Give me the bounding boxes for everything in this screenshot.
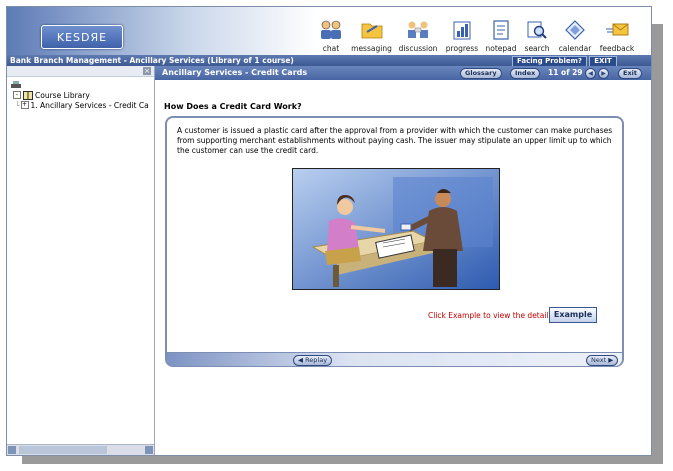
expand-toggle-icon[interactable]: + bbox=[20, 101, 29, 109]
sidebar-header: × bbox=[7, 66, 154, 77]
example-button[interactable]: Example bbox=[549, 307, 597, 323]
notepad-label: notepad bbox=[485, 44, 517, 53]
replay-button[interactable]: ◀ Replay bbox=[293, 355, 333, 366]
feedback-label: feedback bbox=[599, 44, 635, 53]
header: KESDЯE chat messaging discussion progres… bbox=[7, 7, 651, 55]
lesson-navbar: Ancillary Services - Credit Cards Glossa… bbox=[155, 66, 651, 80]
tree-connector: └ bbox=[15, 100, 20, 110]
feedback-icon bbox=[606, 23, 629, 36]
replay-label: Replay bbox=[305, 356, 328, 364]
next-arrow-icon: ▶ bbox=[606, 356, 614, 364]
next-page-button[interactable]: ▶ bbox=[598, 68, 609, 79]
credit-card-illustration bbox=[292, 168, 500, 290]
course-titlebar: Bank Branch Management - Ancillary Servi… bbox=[7, 55, 651, 67]
toolbar: chat messaging discussion progress notep… bbox=[313, 11, 638, 53]
panel-footer: ◀ Replay Next ▶ bbox=[167, 352, 622, 366]
tree-root[interactable]: - Course Library bbox=[11, 81, 149, 100]
chat-button[interactable]: chat bbox=[313, 11, 349, 53]
next-label: Next bbox=[591, 356, 607, 364]
scroll-thumb[interactable] bbox=[19, 446, 107, 454]
course-title: Bank Branch Management - Ancillary Servi… bbox=[10, 56, 294, 65]
tree-item-course[interactable]: └ + 1. Ancillary Services - Credit Ca bbox=[13, 100, 149, 110]
library-shelf-icon bbox=[11, 81, 21, 88]
messaging-icon bbox=[361, 23, 382, 39]
expand-toggle-icon[interactable]: - bbox=[13, 91, 21, 99]
notepad-icon bbox=[493, 20, 509, 40]
calendar-icon bbox=[565, 20, 585, 40]
chat-icon bbox=[321, 20, 341, 39]
sidebar-horizontal-scrollbar[interactable] bbox=[7, 444, 154, 455]
search-button[interactable]: search bbox=[520, 11, 554, 53]
index-button[interactable]: Index bbox=[510, 68, 541, 79]
kesdee-logo: KESDЯE bbox=[41, 25, 123, 49]
scroll-left-arrow[interactable] bbox=[8, 446, 16, 454]
notepad-button[interactable]: notepad bbox=[482, 11, 520, 53]
scroll-right-arrow[interactable] bbox=[145, 446, 153, 454]
content-paragraph: A customer is issued a plastic card afte… bbox=[177, 126, 613, 155]
progress-button[interactable]: progress bbox=[442, 11, 482, 53]
search-icon bbox=[527, 21, 547, 39]
page-heading: How Does a Credit Card Work? bbox=[164, 102, 302, 111]
glossary-button[interactable]: Glossary bbox=[460, 68, 502, 79]
messaging-button[interactable]: messaging bbox=[349, 11, 394, 53]
feedback-button[interactable]: feedback bbox=[596, 11, 638, 53]
chat-label: chat bbox=[322, 44, 340, 53]
course-tree: - Course Library └ + 1. Ancillary Servic… bbox=[11, 81, 149, 110]
lesson-exit-button[interactable]: Exit bbox=[618, 68, 642, 79]
book-icon bbox=[23, 90, 33, 100]
lms-window: KESDЯE chat messaging discussion progres… bbox=[6, 6, 652, 456]
search-label: search bbox=[524, 44, 550, 53]
calendar-label: calendar bbox=[558, 44, 592, 53]
next-button[interactable]: Next ▶ bbox=[586, 355, 619, 366]
course-sidebar: × - Course Library └ + 1. Ancillary Serv… bbox=[7, 66, 155, 455]
discussion-icon bbox=[408, 21, 428, 38]
page-counter: 11 of 29 bbox=[548, 68, 583, 77]
content-area: Ancillary Services - Credit Cards Glossa… bbox=[155, 66, 651, 455]
discussion-label: discussion bbox=[398, 44, 438, 53]
messaging-label: messaging bbox=[351, 44, 392, 53]
example-instruction: Click Example to view the details. bbox=[428, 311, 555, 320]
progress-label: progress bbox=[445, 44, 479, 53]
calendar-button[interactable]: calendar bbox=[554, 11, 596, 53]
tree-item-label: 1. Ancillary Services - Credit Ca bbox=[30, 100, 149, 110]
lesson-title: Ancillary Services - Credit Cards bbox=[162, 68, 308, 77]
content-panel: A customer is issued a plastic card afte… bbox=[165, 116, 624, 367]
sidebar-close-button[interactable]: × bbox=[143, 67, 151, 75]
tree-root-label: Course Library bbox=[35, 90, 90, 100]
discussion-button[interactable]: discussion bbox=[394, 11, 442, 53]
progress-icon bbox=[453, 21, 471, 40]
prev-page-button[interactable]: ◀ bbox=[585, 68, 596, 79]
